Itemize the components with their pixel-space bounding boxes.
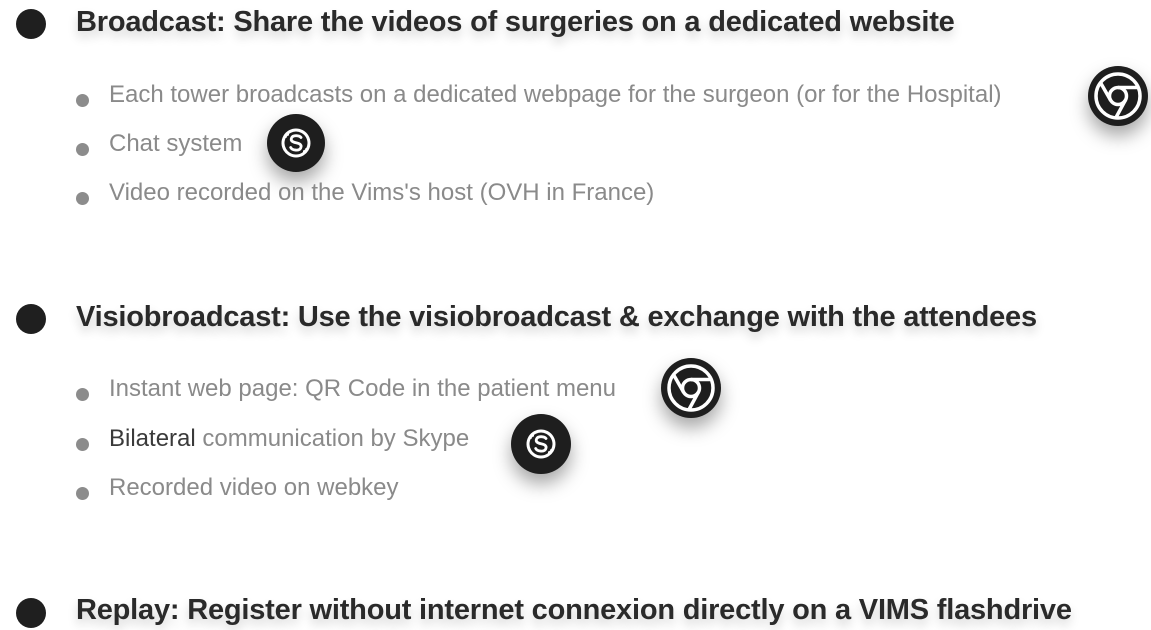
item-bullet: [76, 438, 89, 451]
skype-icon: [511, 414, 571, 474]
item-bullet: [76, 388, 89, 401]
item-text: Instant web page: QR Code in the patient…: [109, 375, 616, 402]
item-text-rest: communication by Skype: [195, 425, 470, 452]
section-bullet: [16, 9, 46, 39]
item-bullet: [76, 487, 89, 500]
list-item: Chat system: [0, 129, 1151, 169]
chrome-icon: [661, 358, 721, 418]
section-bullet: [16, 598, 46, 628]
section-bullet: [16, 304, 46, 334]
list-item: Recorded video on webkey: [0, 473, 1151, 513]
item-bullet: [76, 192, 89, 205]
section-heading: Replay: Register without internet connex…: [76, 594, 1072, 626]
section-heading: Broadcast: Share the videos of surgeries…: [76, 6, 955, 38]
list-item: Video recorded on the Vims's host (OVH i…: [0, 178, 1151, 218]
item-text: Recorded video on webkey: [109, 474, 399, 501]
item-text: Video recorded on the Vims's host (OVH i…: [109, 179, 655, 206]
item-text: Chat system: [109, 130, 243, 157]
item-bullet: [76, 143, 89, 156]
section-heading: Visiobroadcast: Use the visiobroadcast &…: [76, 301, 1037, 333]
skype-icon: [267, 114, 325, 172]
list-item: Instant web page: QR Code in the patient…: [0, 374, 1151, 414]
item-text: Each tower broadcasts on a dedicated web…: [109, 81, 1002, 108]
list-item: Bilateral communication by Skype: [0, 424, 1151, 464]
item-bullet: [76, 94, 89, 107]
item-text-emphasis: Bilateral: [109, 425, 196, 452]
chrome-icon: [1088, 66, 1148, 126]
item-text: Bilateral communication by Skype: [109, 424, 469, 454]
list-item: Each tower broadcasts on a dedicated web…: [0, 80, 1151, 120]
